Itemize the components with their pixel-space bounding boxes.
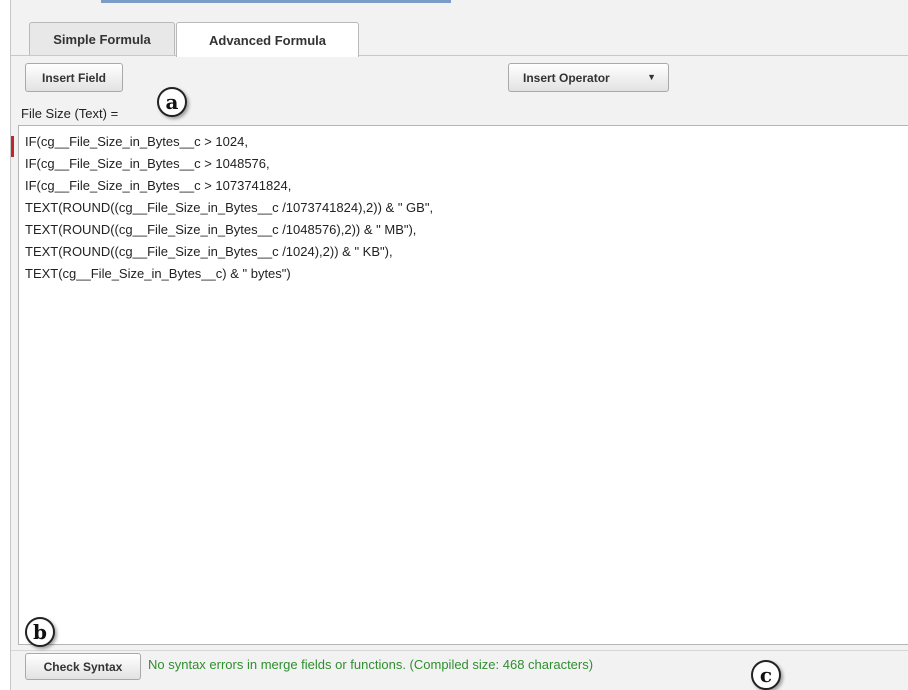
insert-field-button[interactable]: Insert Field xyxy=(25,63,123,92)
callout-a-marker: a xyxy=(157,87,187,117)
insert-operator-dropdown[interactable]: Insert Operator ▼ xyxy=(508,63,669,92)
formula-editor-panel: Simple Formula Advanced Formula Insert F… xyxy=(10,0,908,690)
tab-divider xyxy=(11,55,908,56)
check-syntax-button[interactable]: Check Syntax xyxy=(25,653,141,680)
formula-field-label: File Size (Text) = xyxy=(21,106,119,121)
code-line: TEXT(ROUND((cg__File_Size_in_Bytes__c /1… xyxy=(25,244,393,259)
formula-textarea[interactable]: IF(cg__File_Size_in_Bytes__c > 1024, IF(c… xyxy=(18,125,908,645)
formula-code[interactable]: IF(cg__File_Size_in_Bytes__c > 1024, IF(c… xyxy=(25,131,433,285)
formula-tab-bar: Simple Formula Advanced Formula xyxy=(11,0,908,57)
callout-b-marker: b xyxy=(25,617,55,647)
insert-operator-label: Insert Operator xyxy=(523,70,610,85)
code-line: TEXT(ROUND((cg__File_Size_in_Bytes__c /1… xyxy=(25,200,434,215)
footer-divider xyxy=(11,650,908,651)
tab-advanced-formula[interactable]: Advanced Formula xyxy=(176,22,359,57)
code-line: IF(cg__File_Size_in_Bytes__c > 107374182… xyxy=(25,178,292,193)
code-line: IF(cg__File_Size_in_Bytes__c > 1048576, xyxy=(25,156,270,171)
code-line: TEXT(ROUND((cg__File_Size_in_Bytes__c /1… xyxy=(25,222,417,237)
tab-simple-formula[interactable]: Simple Formula xyxy=(29,22,175,55)
callout-c-marker: c xyxy=(751,660,781,690)
line-marker xyxy=(11,136,14,157)
code-line: TEXT(cg__File_Size_in_Bytes__c) & " byte… xyxy=(25,266,291,281)
chevron-down-icon: ▼ xyxy=(647,72,656,82)
syntax-status-message: No syntax errors in merge fields or func… xyxy=(148,657,594,672)
code-line: IF(cg__File_Size_in_Bytes__c > 1024, xyxy=(25,134,248,149)
